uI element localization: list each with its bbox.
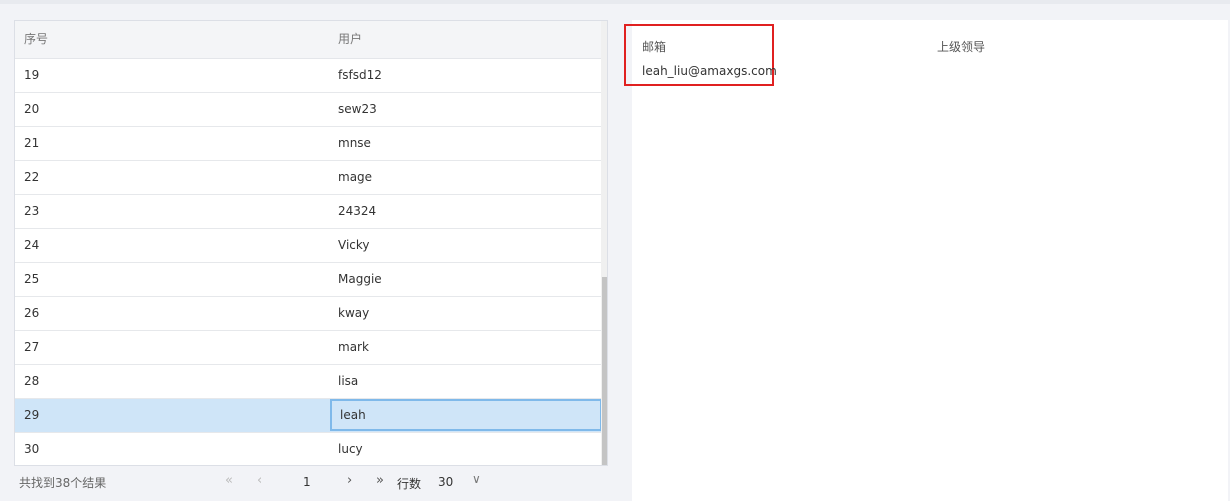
cell-index: 26 xyxy=(24,306,40,320)
table-row[interactable]: 26 kway xyxy=(15,297,603,331)
table-row[interactable]: 19 fsfsd12 xyxy=(15,59,603,93)
column-header-index[interactable]: 序号 xyxy=(24,21,48,58)
pagination: 共找到38个结果 « ‹ 1 › » 行数 30 ∨ xyxy=(14,470,608,496)
next-page-icon[interactable]: › xyxy=(347,473,352,488)
cell-index: 23 xyxy=(24,204,40,218)
current-page-number[interactable]: 1 xyxy=(303,475,311,489)
cell-user[interactable]: mnse xyxy=(338,127,371,160)
cell-user[interactable]: fsfsd12 xyxy=(338,59,382,92)
table-row[interactable]: 21 mnse xyxy=(15,127,603,161)
total-results-text: 共找到38个结果 xyxy=(19,476,107,490)
table-header: 序号 用户 xyxy=(15,21,603,59)
cell-index: 27 xyxy=(24,340,40,354)
cell-user-focused[interactable]: leah xyxy=(330,399,602,431)
cell-user[interactable]: mark xyxy=(338,331,369,364)
email-label: 邮箱 xyxy=(642,40,667,54)
table-row[interactable]: 28 lisa xyxy=(15,365,603,399)
last-page-icon[interactable]: » xyxy=(376,473,384,488)
cell-index: 20 xyxy=(24,102,40,116)
table-row[interactable]: 25 Maggie xyxy=(15,263,603,297)
table-row[interactable]: 20 sew23 xyxy=(15,93,603,127)
rows-per-page-select[interactable]: 30 xyxy=(438,475,453,489)
table-row[interactable]: 22 mage xyxy=(15,161,603,195)
cell-index: 25 xyxy=(24,272,40,286)
cell-user[interactable]: lisa xyxy=(338,365,358,398)
scrollbar-thumb[interactable] xyxy=(602,277,607,465)
first-page-icon[interactable]: « xyxy=(225,473,233,488)
table-row-selected[interactable]: 29 leah xyxy=(15,399,603,433)
prev-page-icon[interactable]: ‹ xyxy=(257,473,262,488)
cell-index: 19 xyxy=(24,68,40,82)
cell-user[interactable]: Maggie xyxy=(338,263,382,296)
user-table: 序号 用户 19 fsfsd12 20 sew23 21 mnse 22 mag… xyxy=(14,20,608,466)
user-detail-panel: 邮箱 leah_liu@amaxgs.com 上级领导 xyxy=(624,20,1228,501)
cell-index: 22 xyxy=(24,170,40,184)
table-body: 19 fsfsd12 20 sew23 21 mnse 22 mage 23 2… xyxy=(15,59,603,465)
cell-index: 21 xyxy=(24,136,40,150)
cell-index: 30 xyxy=(24,442,40,456)
cell-user[interactable]: kway xyxy=(338,297,369,330)
cell-user[interactable]: Vicky xyxy=(338,229,370,262)
table-row[interactable]: 24 Vicky xyxy=(15,229,603,263)
rows-per-page-label: 行数 xyxy=(397,477,422,491)
cell-index: 29 xyxy=(24,408,40,422)
table-row[interactable]: 27 mark xyxy=(15,331,603,365)
chevron-down-icon[interactable]: ∨ xyxy=(472,472,481,486)
cell-index: 24 xyxy=(24,238,40,252)
cell-user[interactable]: 24324 xyxy=(338,195,376,228)
cell-user[interactable]: lucy xyxy=(338,433,363,465)
scrollbar-track[interactable] xyxy=(601,21,607,465)
cell-user[interactable]: mage xyxy=(338,161,372,194)
table-row[interactable]: 30 lucy xyxy=(15,433,603,465)
cell-index: 28 xyxy=(24,374,40,388)
email-value: leah_liu@amaxgs.com xyxy=(642,64,777,78)
cell-user[interactable]: sew23 xyxy=(338,93,377,126)
top-bar xyxy=(0,0,1230,4)
leader-label: 上级领导 xyxy=(937,40,986,54)
table-row[interactable]: 23 24324 xyxy=(15,195,603,229)
column-header-user[interactable]: 用户 xyxy=(338,21,362,58)
